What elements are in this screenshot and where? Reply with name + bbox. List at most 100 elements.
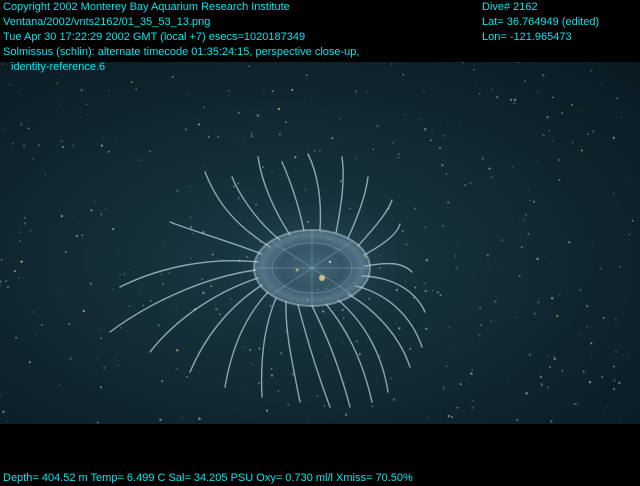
particle	[488, 167, 491, 170]
particle	[111, 227, 115, 231]
particle	[21, 302, 23, 304]
particle	[230, 298, 232, 300]
particle	[117, 364, 119, 366]
particle	[614, 318, 617, 321]
particle	[480, 324, 482, 326]
particle	[18, 277, 20, 279]
particle	[103, 367, 106, 369]
particle	[270, 374, 274, 377]
particle	[188, 185, 191, 188]
particle	[582, 370, 585, 373]
particle	[523, 218, 525, 220]
particle	[263, 90, 265, 92]
particle	[326, 356, 328, 358]
particle	[425, 259, 429, 262]
particle	[525, 392, 528, 395]
particle	[497, 269, 499, 271]
particle	[258, 347, 261, 350]
particle	[539, 375, 543, 379]
particle	[220, 207, 222, 209]
particle	[478, 93, 481, 95]
particle	[279, 352, 283, 355]
particle	[398, 327, 401, 330]
particle	[57, 290, 60, 293]
header-overlay: Copyright 2002 Monterey Bay Aquarium Res…	[3, 0, 359, 75]
particle	[631, 219, 634, 222]
particle	[237, 196, 241, 200]
particle	[202, 291, 205, 295]
particle	[479, 307, 482, 310]
particle	[376, 381, 378, 383]
particle	[441, 224, 445, 228]
particle	[590, 69, 593, 72]
particle	[210, 285, 213, 288]
particle	[501, 239, 504, 242]
particle	[548, 355, 550, 358]
particle	[490, 320, 492, 322]
particle	[18, 231, 20, 234]
particle	[528, 353, 531, 356]
particle	[613, 379, 616, 382]
particle	[558, 179, 561, 181]
particle	[556, 314, 559, 318]
particle	[102, 137, 104, 139]
particle	[201, 278, 204, 281]
particle	[613, 193, 615, 195]
particle	[62, 146, 64, 148]
particle	[528, 190, 530, 192]
particle	[175, 367, 178, 370]
particle	[540, 385, 542, 387]
particle	[508, 361, 510, 363]
particle	[494, 300, 497, 303]
particle	[69, 357, 72, 360]
particle	[211, 253, 214, 256]
particle	[376, 124, 379, 128]
particle	[462, 62, 465, 64]
particle	[277, 390, 280, 393]
longitude-text: Lon= -121.965473	[482, 31, 572, 43]
particle	[343, 382, 345, 384]
particle	[23, 144, 25, 147]
particle	[580, 149, 583, 152]
particle	[204, 166, 206, 168]
particle	[175, 305, 177, 308]
particle	[237, 182, 240, 185]
particle	[160, 379, 164, 383]
particle	[0, 394, 1, 396]
particle	[119, 274, 121, 276]
particle	[4, 127, 7, 130]
particle	[545, 256, 546, 258]
particle	[265, 409, 269, 412]
particle	[402, 73, 404, 76]
particle	[192, 232, 194, 235]
particle	[38, 144, 41, 147]
particle	[459, 383, 462, 386]
particle	[424, 226, 427, 229]
particle	[79, 117, 81, 119]
particle	[405, 281, 407, 282]
particle	[509, 98, 513, 101]
particle	[150, 300, 152, 302]
particle	[390, 63, 393, 65]
image-path-text: Ventana/2002/vnts2162/01_35_53_13.png	[3, 16, 211, 28]
particle	[445, 365, 448, 368]
particle	[520, 245, 523, 249]
particle	[436, 291, 440, 294]
particle	[588, 62, 590, 64]
particle	[414, 286, 417, 289]
particle	[537, 301, 540, 304]
particle	[82, 309, 85, 313]
particle	[307, 143, 309, 145]
particle	[491, 88, 494, 91]
particle	[68, 323, 71, 326]
particle	[287, 403, 290, 406]
particle	[291, 88, 294, 92]
particle	[542, 74, 545, 77]
particle	[93, 200, 96, 203]
particle	[365, 90, 367, 92]
particle	[228, 89, 230, 92]
particle	[599, 267, 602, 270]
particle	[628, 233, 630, 236]
particle	[391, 142, 394, 145]
particle	[523, 391, 524, 393]
